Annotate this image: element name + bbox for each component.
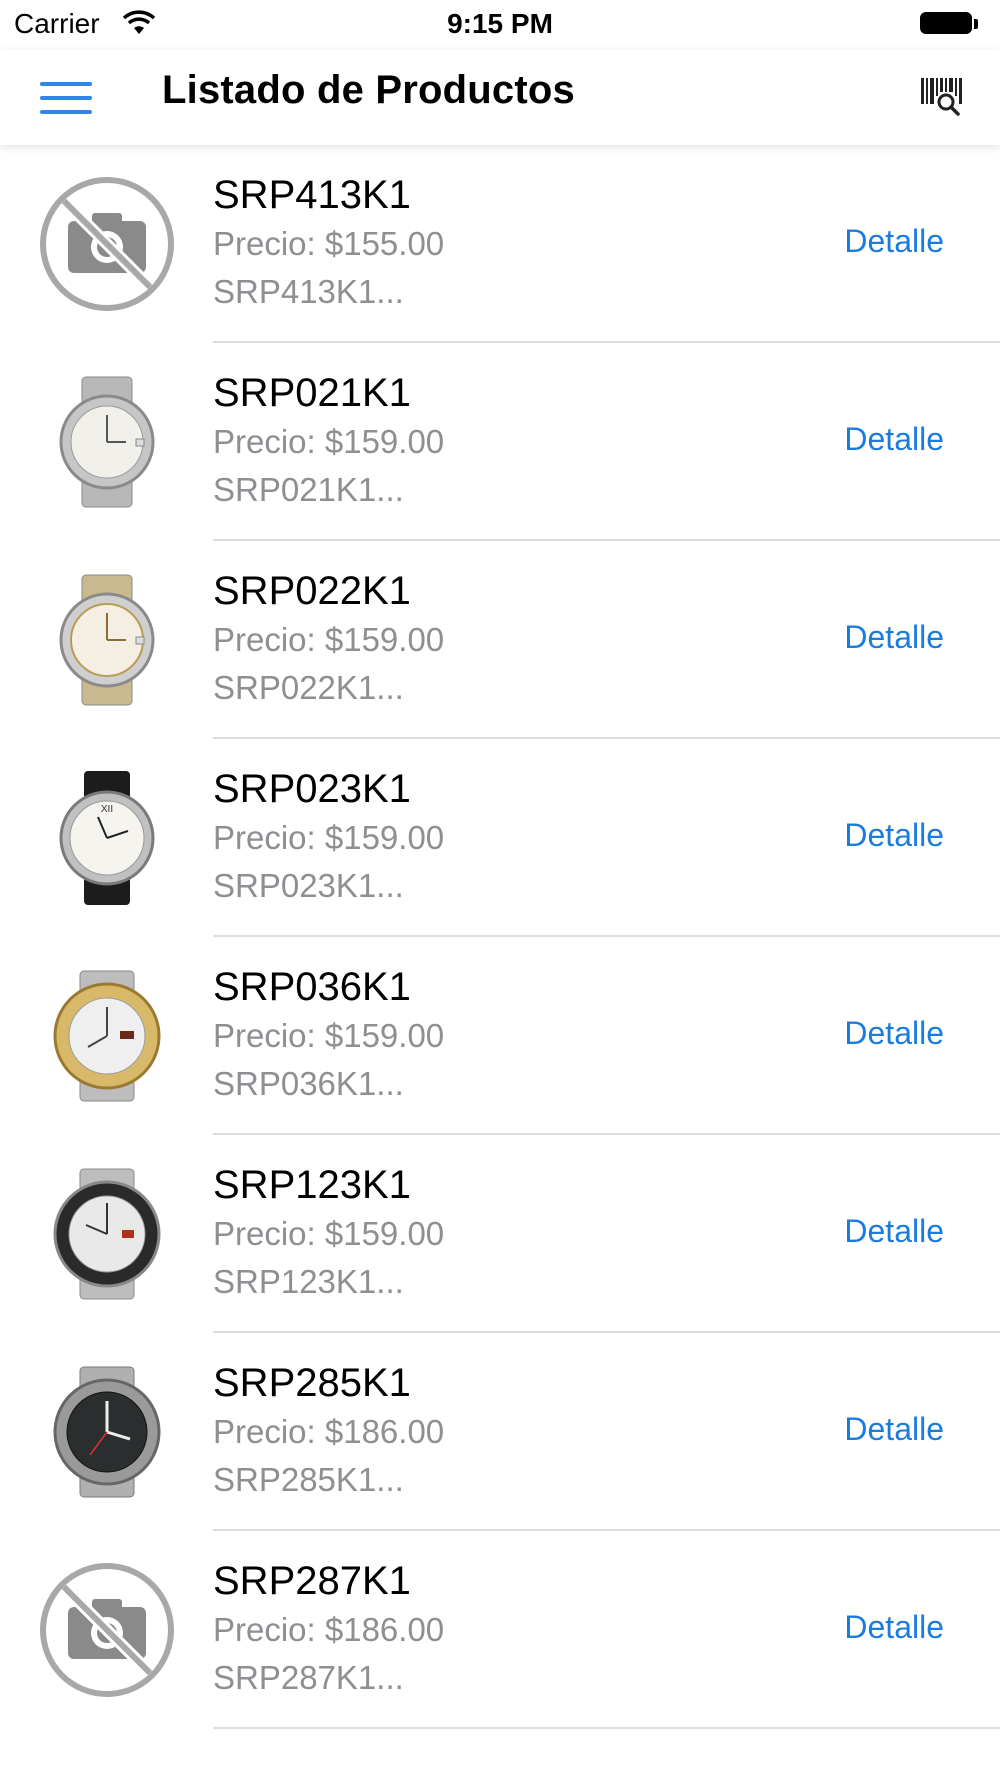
- product-price: Precio: $159.00: [213, 819, 445, 856]
- list-item[interactable]: SRP287K1 Precio: $186.00 SRP287K1... Det…: [0, 1531, 1000, 1729]
- product-description: SRP021K1...: [213, 471, 404, 508]
- product-price: Precio: $159.00: [213, 1017, 445, 1054]
- product-description: SRP285K1...: [213, 1461, 404, 1498]
- product-description: SRP287K1...: [213, 1659, 404, 1696]
- list-item-partial[interactable]: [0, 1729, 1000, 1789]
- detail-button[interactable]: Detalle: [844, 1411, 944, 1448]
- product-name: SRP023K1: [213, 767, 411, 811]
- product-description: SRP022K1...: [213, 669, 404, 706]
- product-name: SRP021K1: [213, 371, 411, 415]
- navigation-bar: Listado de Productos: [0, 50, 1000, 145]
- product-price: Precio: $155.00: [213, 225, 445, 262]
- detail-button[interactable]: Detalle: [844, 1609, 944, 1646]
- list-item[interactable]: XII SRP023K1 Precio: $159.00 SRP023K1...…: [0, 739, 1000, 937]
- product-description: SRP123K1...: [213, 1263, 404, 1300]
- product-price: Precio: $159.00: [213, 1215, 445, 1252]
- watch-image: [53, 970, 161, 1102]
- page-title: Listado de Productos: [162, 68, 575, 112]
- product-price: Precio: $186.00: [213, 1611, 445, 1648]
- list-item[interactable]: SRP413K1 Precio: $155.00 SRP413K1... Det…: [0, 145, 1000, 343]
- detail-button[interactable]: Detalle: [844, 1015, 944, 1052]
- list-item[interactable]: SRP021K1 Precio: $159.00 SRP021K1... Det…: [0, 343, 1000, 541]
- watch-image: [53, 1168, 161, 1300]
- battery-icon: [920, 12, 978, 36]
- product-description: SRP036K1...: [213, 1065, 404, 1102]
- product-list: SRP413K1 Precio: $155.00 SRP413K1... Det…: [0, 145, 1000, 1789]
- detail-button[interactable]: Detalle: [844, 223, 944, 260]
- list-item[interactable]: SRP123K1 Precio: $159.00 SRP123K1... Det…: [0, 1135, 1000, 1333]
- detail-button[interactable]: Detalle: [844, 817, 944, 854]
- no-photo-icon: [40, 1563, 174, 1697]
- status-bar: Carrier 9:15 PM: [0, 0, 1000, 50]
- list-item[interactable]: SRP022K1 Precio: $159.00 SRP022K1... Det…: [0, 541, 1000, 739]
- hamburger-menu-icon[interactable]: [40, 78, 92, 118]
- product-name: SRP287K1: [213, 1559, 411, 1603]
- no-photo-icon: [40, 177, 174, 311]
- product-name: SRP285K1: [213, 1361, 411, 1405]
- barcode-scan-icon[interactable]: [920, 74, 964, 118]
- product-price: Precio: $186.00: [213, 1413, 445, 1450]
- list-item[interactable]: SRP036K1 Precio: $159.00 SRP036K1... Det…: [0, 937, 1000, 1135]
- detail-button[interactable]: Detalle: [844, 421, 944, 458]
- product-name: SRP413K1: [213, 173, 411, 217]
- product-name: SRP022K1: [213, 569, 411, 613]
- status-time: 9:15 PM: [447, 8, 553, 39]
- product-description: SRP413K1...: [213, 273, 404, 310]
- product-description: SRP023K1...: [213, 867, 404, 904]
- watch-image: [59, 376, 155, 508]
- product-name: SRP036K1: [213, 965, 411, 1009]
- svg-text:XII: XII: [101, 804, 113, 815]
- watch-image: [53, 1366, 161, 1498]
- detail-button[interactable]: Detalle: [844, 1213, 944, 1250]
- product-price: Precio: $159.00: [213, 423, 445, 460]
- detail-button[interactable]: Detalle: [844, 619, 944, 656]
- watch-image: XII: [59, 771, 155, 905]
- watch-image: [59, 574, 155, 706]
- list-item[interactable]: SRP285K1 Precio: $186.00 SRP285K1... Det…: [0, 1333, 1000, 1531]
- product-name: SRP123K1: [213, 1163, 411, 1207]
- product-price: Precio: $159.00: [213, 621, 445, 658]
